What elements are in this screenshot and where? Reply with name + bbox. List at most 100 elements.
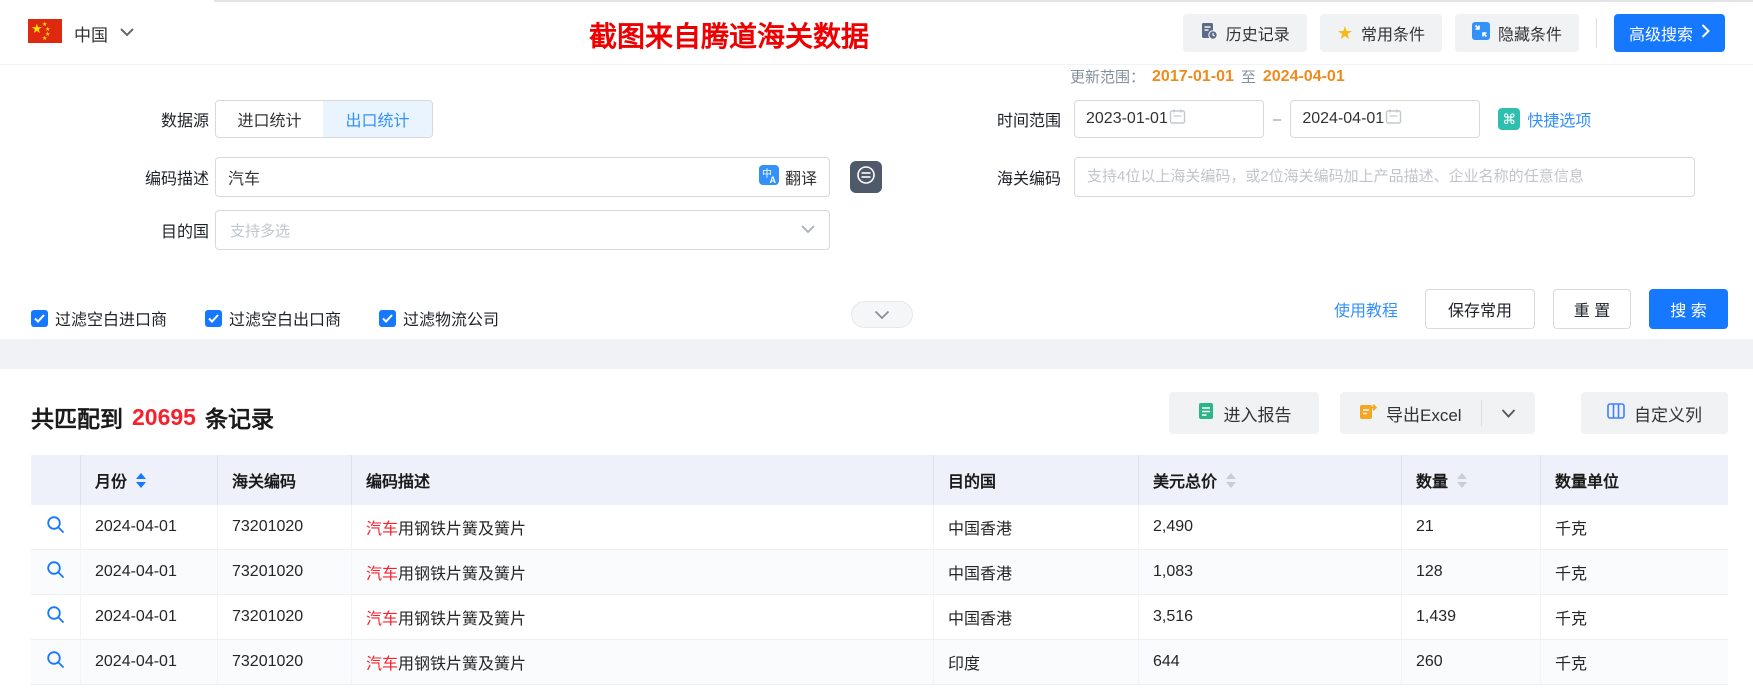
chevron-down-icon xyxy=(874,310,890,319)
magnifier-icon[interactable] xyxy=(46,515,65,539)
cell-destination: 印度 xyxy=(934,640,1139,684)
quick-options-link[interactable]: 快捷选项 xyxy=(1527,107,1591,131)
china-flag-icon: ★ ★ ★ ★ ★ xyxy=(28,18,62,48)
start-date-value: 2023-01-01 xyxy=(1086,110,1168,127)
reset-button[interactable]: 重 置 xyxy=(1553,289,1631,329)
header-detail-column xyxy=(31,455,81,505)
export-options-button[interactable] xyxy=(1482,392,1535,434)
header-unit-label: 数量单位 xyxy=(1555,474,1620,491)
magnifier-icon[interactable] xyxy=(46,605,65,629)
end-date-input[interactable]: 2024-04-01 xyxy=(1290,100,1481,138)
favorite-conditions-button[interactable]: ★ 常用条件 xyxy=(1319,14,1442,52)
checkbox-checked-icon xyxy=(379,309,397,327)
cell-month: 2024-04-01 xyxy=(81,550,218,594)
datasource-label: 数据源 xyxy=(160,113,209,130)
calendar-icon xyxy=(1169,108,1252,130)
section-divider-band xyxy=(0,339,1753,369)
translate-button[interactable]: 中A 翻译 xyxy=(758,164,817,190)
tutorial-link[interactable]: 使用教程 xyxy=(1334,289,1398,329)
country-label: 中国 xyxy=(74,25,108,45)
code-description-input[interactable] xyxy=(228,168,759,186)
table-row: 2024-04-01 73201020 汽车 用钢铁片簧及簧片 中国香港 3,51… xyxy=(31,595,1728,640)
filter-blank-importer-checkbox[interactable]: 过滤空白进口商 xyxy=(31,306,167,330)
update-range-note: 更新范围： 2017-01-01 至 2024-04-01 xyxy=(1070,66,1345,87)
header-quantity-label: 数量 xyxy=(1416,474,1449,491)
magnifier-icon[interactable] xyxy=(46,560,65,584)
save-conditions-button[interactable]: 保存常用 xyxy=(1425,289,1535,329)
results-summary: 共匹配到 20695 条记录 xyxy=(31,396,274,438)
history-button[interactable]: 历史记录 xyxy=(1182,14,1307,52)
start-date-input[interactable]: 2023-01-01 xyxy=(1074,100,1264,138)
datasource-row: 数据源 进口统计 出口统计 xyxy=(0,100,433,138)
hs-code-input[interactable] xyxy=(1087,168,1682,186)
country-selector[interactable]: ★ ★ ★ ★ ★ 中国 xyxy=(28,18,134,48)
update-range-label: 更新范围： xyxy=(1070,69,1146,86)
cell-hs-code: 73201020 xyxy=(218,595,352,639)
customs-data-app: ★ ★ ★ ★ ★ 中国 截图来自腾道海关数据 历史记录 ★ 常用条件 隐藏条件… xyxy=(0,0,1753,689)
keyword-highlight: 汽车 xyxy=(366,521,399,538)
filter-blank-exporter-checkbox[interactable]: 过滤空白出口商 xyxy=(205,306,341,330)
cell-unit: 千克 xyxy=(1555,656,1588,673)
sort-icon[interactable] xyxy=(1226,472,1237,488)
header-description: 编码描述 xyxy=(352,455,934,505)
cell-quantity: 1,439 xyxy=(1402,595,1541,639)
filter-blank-exporter-label: 过滤空白出口商 xyxy=(229,312,342,329)
sort-icon[interactable] xyxy=(1457,472,1468,488)
header-description-label: 编码描述 xyxy=(366,474,431,491)
tab-export-stats[interactable]: 出口统计 xyxy=(323,101,432,137)
cell-hs-code: 73201020 xyxy=(218,550,352,594)
header-quantity[interactable]: 数量 xyxy=(1402,455,1541,505)
cell-destination: 中国香港 xyxy=(934,550,1139,594)
row-detail-cell xyxy=(31,550,81,594)
description-text: 用钢铁片簧及簧片 xyxy=(398,521,527,538)
expand-conditions-button[interactable] xyxy=(851,301,913,328)
export-excel-label: 导出Excel xyxy=(1386,405,1462,425)
tab-import-stats[interactable]: 进口统计 xyxy=(216,101,323,137)
columns-icon xyxy=(1607,402,1625,425)
topbar-actions: 历史记录 ★ 常用条件 隐藏条件 高级搜索 xyxy=(1182,14,1725,52)
search-button[interactable]: 搜 索 xyxy=(1649,289,1728,329)
filter-logistics-checkbox[interactable]: 过滤物流公司 xyxy=(379,306,499,330)
cell-usd-total: 2,490 xyxy=(1139,505,1402,549)
row-detail-cell xyxy=(31,595,81,639)
destination-placeholder: 支持多选 xyxy=(230,222,291,240)
code-description-row: 编码描述 中A 翻译 xyxy=(0,157,882,197)
topbar: ★ ★ ★ ★ ★ 中国 截图来自腾道海关数据 历史记录 ★ 常用条件 隐藏条件… xyxy=(0,2,1753,65)
update-range-to-word: 至 xyxy=(1240,69,1256,86)
hs-code-label: 海关编码 xyxy=(996,171,1061,188)
cell-destination: 中国香港 xyxy=(934,505,1139,549)
cell-hs-code: 73201020 xyxy=(218,505,352,549)
advanced-search-button[interactable]: 高级搜索 xyxy=(1613,14,1725,52)
hide-conditions-button[interactable]: 隐藏条件 xyxy=(1454,14,1579,52)
header-month-label: 月份 xyxy=(95,474,128,491)
hs-code-field xyxy=(1074,157,1695,197)
filter-logistics-label: 过滤物流公司 xyxy=(403,312,500,329)
sort-icon[interactable] xyxy=(136,472,147,488)
magnifier-icon[interactable] xyxy=(46,650,65,674)
header-usd-total[interactable]: 美元总价 xyxy=(1139,455,1402,505)
cell-destination: 中国香港 xyxy=(934,595,1139,639)
cell-description: 汽车 用钢铁片簧及簧片 xyxy=(352,505,934,549)
circle-equal-icon xyxy=(856,165,876,190)
table-header-row: 月份 海关编码 编码描述 目的国 美元总价 数量 数量单位 xyxy=(31,455,1728,505)
star-icon: ★ xyxy=(1336,23,1353,43)
cell-usd-total: 3,516 xyxy=(1139,595,1402,639)
datasource-tabs: 进口统计 出口统计 xyxy=(215,100,433,138)
results-count: 20695 xyxy=(132,403,196,430)
keyword-helper-button[interactable] xyxy=(850,161,882,193)
custom-columns-button[interactable]: 自定义列 xyxy=(1581,392,1728,434)
report-icon xyxy=(1197,402,1215,425)
custom-columns-label: 自定义列 xyxy=(1634,405,1702,425)
date-range-separator: – xyxy=(1273,110,1282,128)
header-month[interactable]: 月份 xyxy=(81,455,218,505)
time-range-row: 时间范围 2023-01-01 – 2024-04-01 ⌘ 快捷选项 xyxy=(900,100,1591,138)
collapse-icon xyxy=(1471,21,1490,45)
advanced-search-label: 高级搜索 xyxy=(1628,27,1693,44)
cell-usd-total: 644 xyxy=(1139,640,1402,684)
export-excel-button[interactable]: 导出Excel xyxy=(1340,392,1481,434)
destination-select[interactable]: 支持多选 xyxy=(215,210,830,250)
header-destination: 目的国 xyxy=(934,455,1139,505)
update-range-to: 2024-04-01 xyxy=(1262,67,1345,85)
enter-report-button[interactable]: 进入报告 xyxy=(1169,392,1319,434)
filter-checkbox-row: 过滤空白进口商 过滤空白出口商 过滤物流公司 xyxy=(31,306,499,330)
